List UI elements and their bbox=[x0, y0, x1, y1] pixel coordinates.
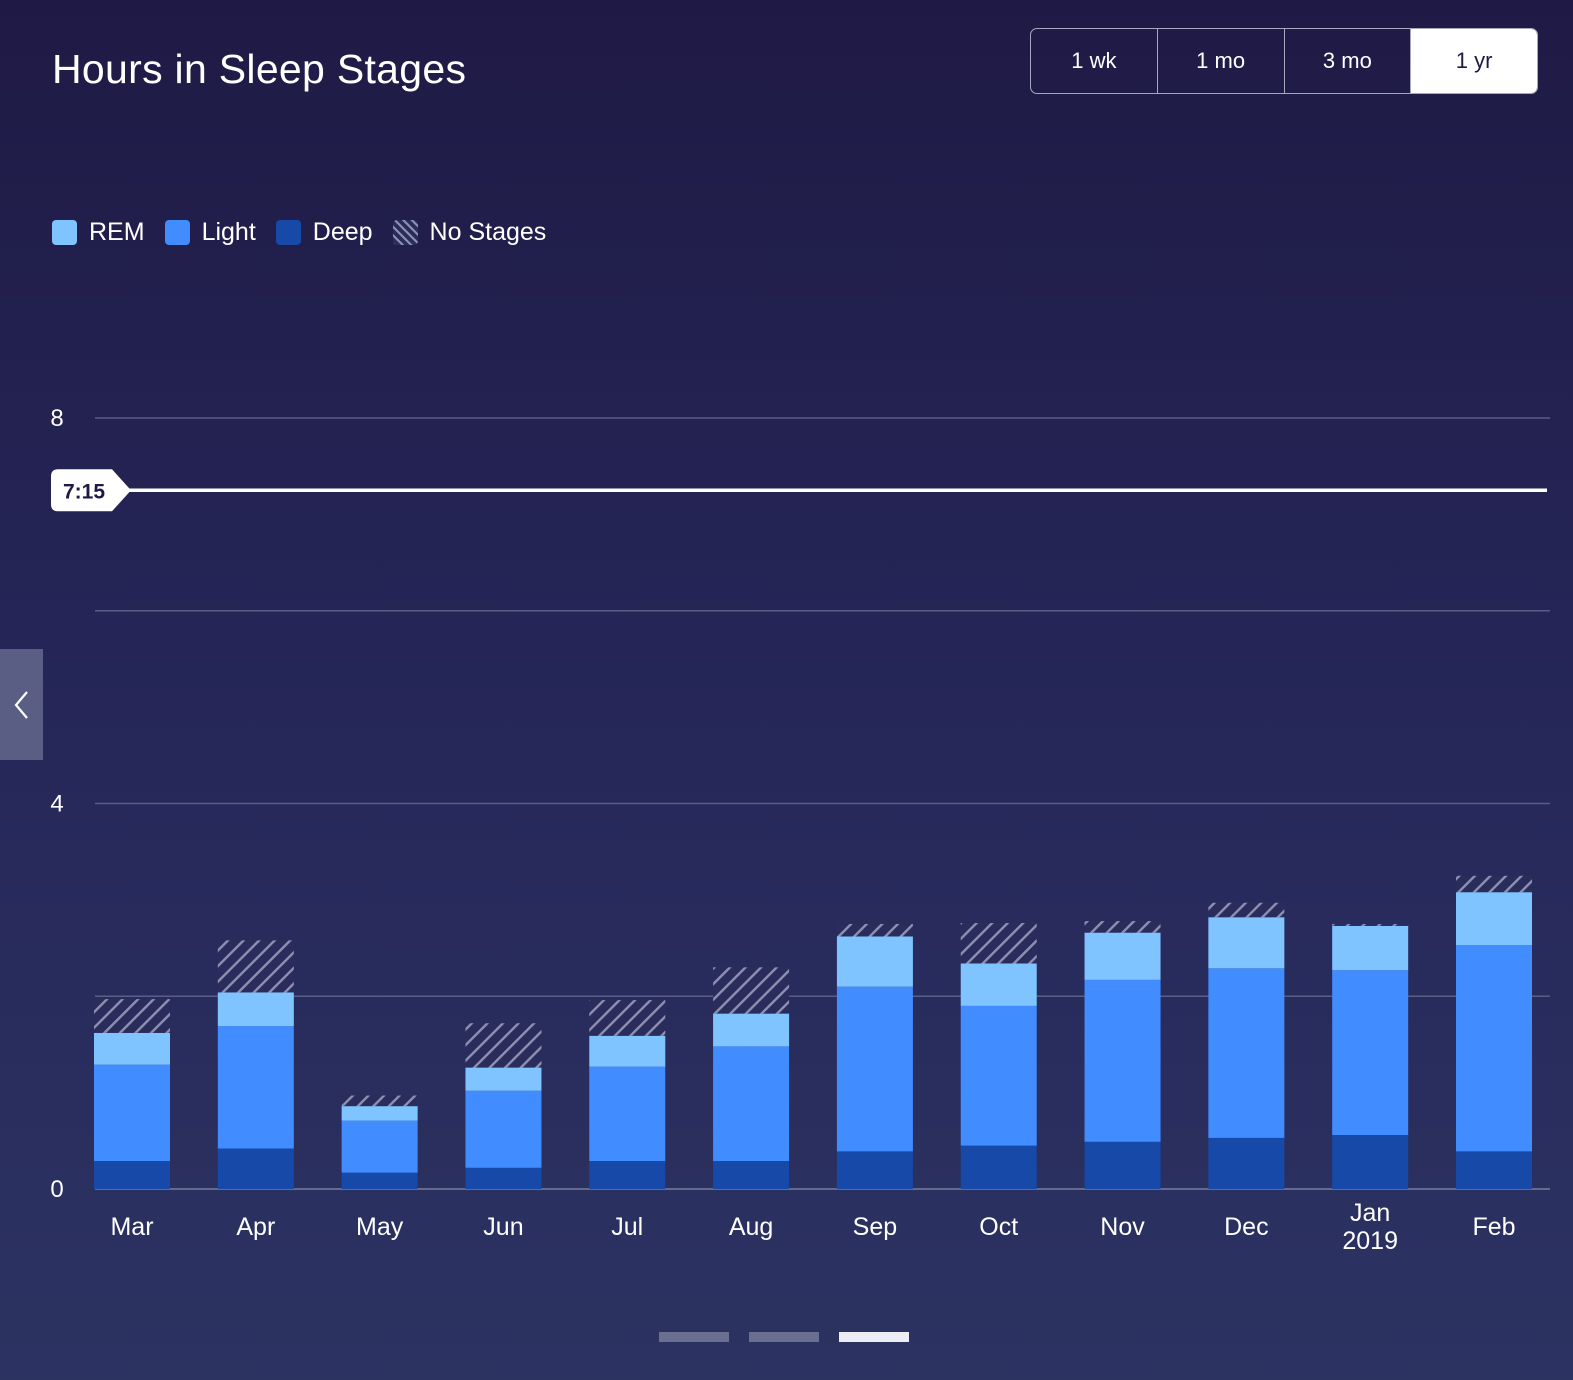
x-tick-label: Nov bbox=[1100, 1213, 1145, 1241]
bar-segment-rem bbox=[960, 963, 1037, 1006]
bar-segment-rem bbox=[1456, 892, 1532, 946]
bar-segment-rem bbox=[94, 1032, 170, 1065]
bar-segment-deep bbox=[217, 1148, 294, 1189]
bar-segment-deep bbox=[713, 1161, 790, 1189]
bar-segment-no-stages bbox=[341, 1095, 418, 1107]
bar-segment-light bbox=[1208, 968, 1285, 1138]
pager-dot-1[interactable] bbox=[659, 1332, 729, 1342]
bar-stack-aug[interactable] bbox=[713, 967, 790, 1189]
bar-segment-rem bbox=[1208, 917, 1285, 969]
bar-stack-jun[interactable] bbox=[465, 1023, 542, 1189]
x-tick-label: Jan 2019 bbox=[1342, 1199, 1398, 1255]
bar-segment-light bbox=[589, 1066, 666, 1162]
bar-stack-feb[interactable] bbox=[1456, 875, 1532, 1189]
x-tick-label: Mar bbox=[110, 1213, 153, 1241]
bar-segment-no-stages bbox=[713, 967, 790, 1014]
y-axis-ticks: 0 4 8 bbox=[50, 405, 63, 1203]
bar-segment-no-stages bbox=[1084, 921, 1161, 933]
bar-stack-jan-2019[interactable] bbox=[1332, 923, 1409, 1189]
bar-stack-may[interactable] bbox=[341, 1095, 418, 1189]
bar-segment-rem bbox=[1084, 932, 1161, 980]
bar-segment-rem bbox=[341, 1106, 418, 1121]
pager-dot-3[interactable] bbox=[839, 1332, 909, 1342]
bar-segment-rem bbox=[589, 1035, 666, 1067]
bar-segment-rem bbox=[713, 1013, 790, 1047]
bar-segment-deep bbox=[341, 1172, 418, 1189]
bar-segment-light bbox=[94, 1064, 170, 1162]
bar-segment-no-stages bbox=[836, 923, 913, 937]
bar-segment-light bbox=[836, 986, 913, 1152]
bar-stack-jul[interactable] bbox=[589, 1000, 666, 1189]
bar-stack-mar[interactable] bbox=[94, 999, 170, 1189]
bar-segment-light bbox=[341, 1120, 418, 1173]
goal-label: 7:15 bbox=[63, 480, 105, 503]
bar-segment-rem bbox=[465, 1067, 542, 1091]
y-tick-label: 4 bbox=[50, 791, 63, 818]
bar-segment-rem bbox=[1332, 925, 1409, 971]
y-tick-label: 8 bbox=[50, 405, 63, 432]
x-axis-ticks: Mar Apr May Jun Jul Aug Sep Oct Nov Dec Jan 2019 Feb bbox=[110, 1199, 1515, 1255]
bar-segment-deep bbox=[1332, 1135, 1409, 1189]
bars bbox=[94, 875, 1532, 1189]
bar-segment-light bbox=[217, 1026, 294, 1149]
x-tick-label: Dec bbox=[1224, 1213, 1268, 1241]
bar-stack-sep[interactable] bbox=[836, 923, 913, 1189]
bar-segment-light bbox=[713, 1046, 790, 1162]
bar-segment-no-stages bbox=[465, 1023, 542, 1068]
page-indicator bbox=[659, 1332, 929, 1342]
chevron-left-icon bbox=[14, 690, 28, 719]
grid-lines bbox=[95, 417, 1550, 1190]
x-tick-label: Jun bbox=[483, 1213, 523, 1241]
x-tick-label: Apr bbox=[236, 1213, 275, 1241]
bar-segment-deep bbox=[1208, 1137, 1285, 1189]
bar-segment-no-stages bbox=[589, 1000, 666, 1036]
x-tick-label: May bbox=[356, 1213, 404, 1241]
bar-stack-dec[interactable] bbox=[1208, 902, 1285, 1189]
x-tick-label: Aug bbox=[729, 1213, 773, 1241]
bar-segment-rem bbox=[217, 992, 294, 1027]
x-tick-label: Sep bbox=[853, 1213, 897, 1241]
bar-segment-no-stages bbox=[1208, 902, 1285, 918]
sleep-stages-chart: 7:15 0 4 8 Mar Apr May Jun Jul Aug Sep Oct Nov Dec J… bbox=[50, 405, 1550, 1255]
x-tick-label: Jul bbox=[611, 1213, 643, 1241]
bar-segment-deep bbox=[1084, 1141, 1161, 1189]
y-tick-label: 0 bbox=[50, 1176, 63, 1203]
bar-segment-deep bbox=[836, 1151, 913, 1189]
bar-stack-nov[interactable] bbox=[1084, 921, 1161, 1189]
bar-stack-apr[interactable] bbox=[217, 940, 294, 1189]
bar-segment-light bbox=[1332, 970, 1409, 1136]
bar-stack-oct[interactable] bbox=[960, 923, 1037, 1189]
bar-segment-light bbox=[1456, 945, 1532, 1152]
bar-segment-deep bbox=[1456, 1151, 1532, 1189]
bar-segment-deep bbox=[94, 1161, 170, 1189]
goal-line-group: 7:15 bbox=[51, 469, 1547, 512]
bar-segment-light bbox=[465, 1090, 542, 1168]
x-tick-label: Oct bbox=[979, 1213, 1018, 1241]
bar-segment-no-stages bbox=[94, 999, 170, 1033]
bar-segment-light bbox=[1084, 979, 1161, 1142]
bar-segment-deep bbox=[960, 1145, 1037, 1189]
bar-segment-no-stages bbox=[1332, 923, 1409, 926]
bar-segment-light bbox=[960, 1005, 1037, 1146]
previous-period-button[interactable] bbox=[0, 649, 43, 760]
x-tick-label: Feb bbox=[1472, 1213, 1515, 1241]
pager-dot-2[interactable] bbox=[749, 1332, 819, 1342]
bar-segment-deep bbox=[589, 1161, 666, 1189]
bar-segment-no-stages bbox=[960, 923, 1037, 964]
bar-segment-no-stages bbox=[217, 940, 294, 993]
bar-segment-deep bbox=[465, 1167, 542, 1189]
bar-segment-no-stages bbox=[1456, 875, 1532, 893]
bar-segment-rem bbox=[836, 936, 913, 987]
